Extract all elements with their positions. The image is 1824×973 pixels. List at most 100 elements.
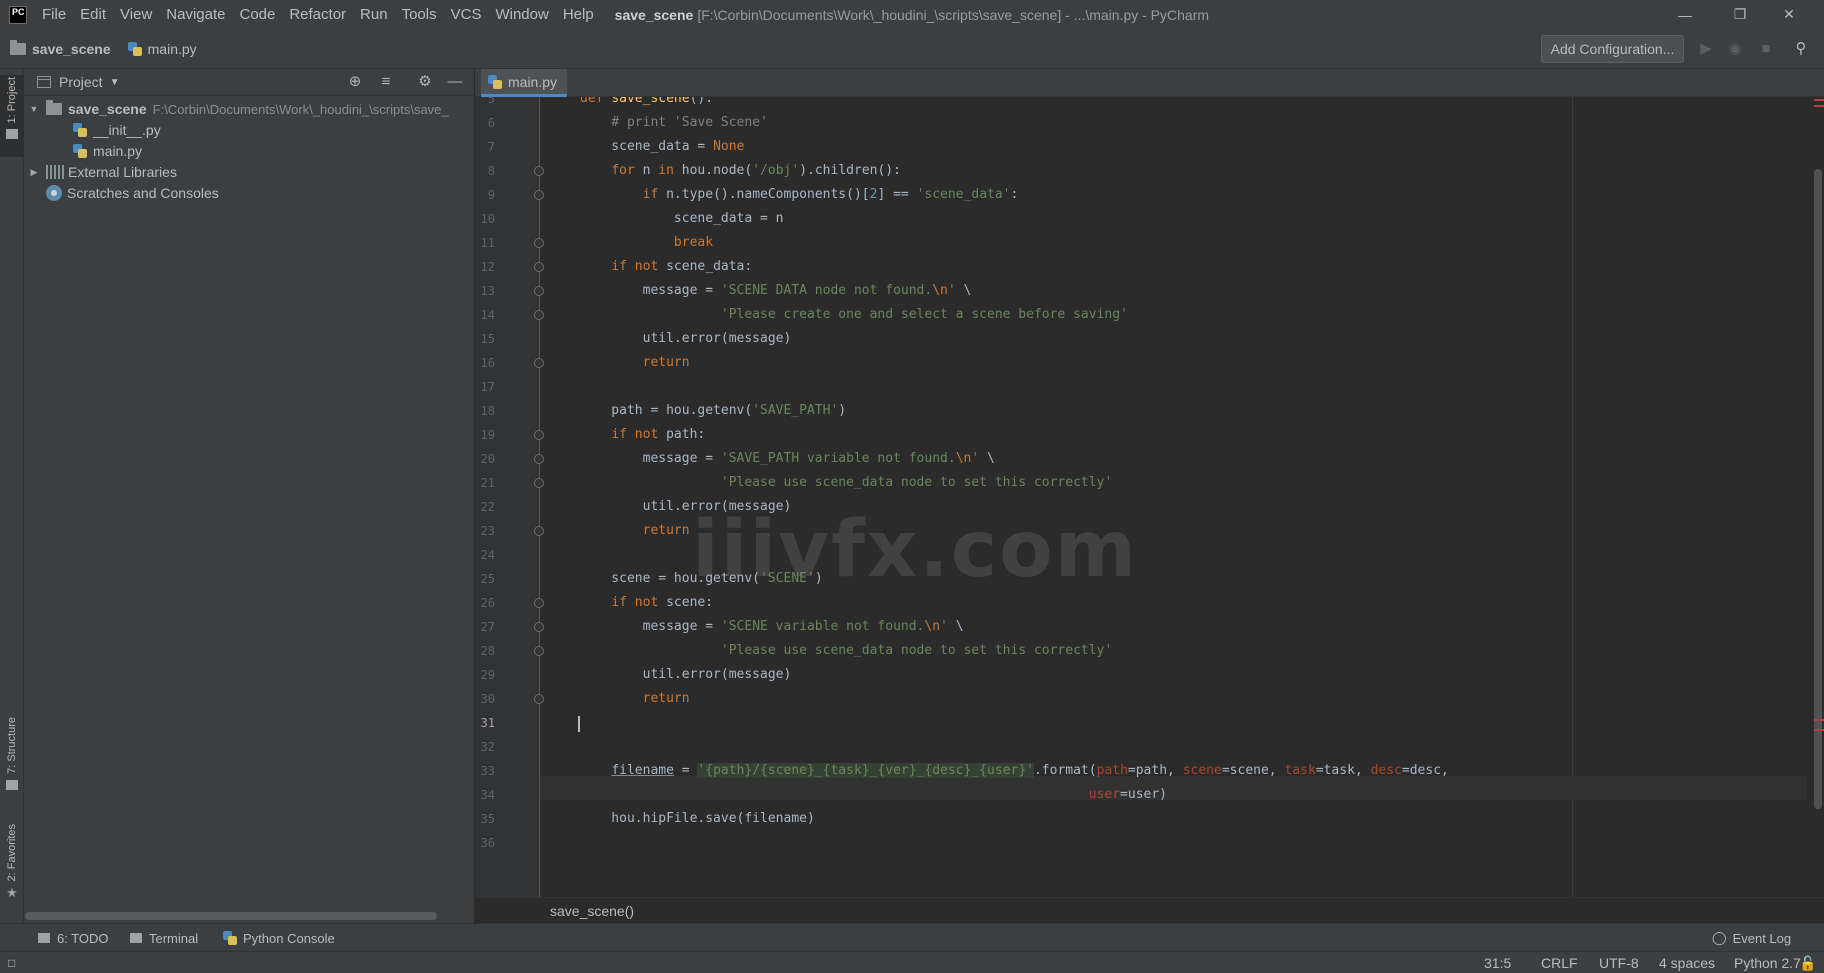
tool-window-project-tab[interactable]: 1: Project <box>0 75 24 157</box>
code-line[interactable]: 15 util.error(message) <box>475 327 1805 351</box>
nav-crumb-file[interactable]: main.py <box>127 41 197 57</box>
code-line[interactable]: 7 scene_data = None <box>475 135 1805 159</box>
menu-navigate[interactable]: Navigate <box>159 0 232 29</box>
code-line[interactable]: 20 message = 'SAVE_PATH variable not fou… <box>475 447 1805 471</box>
menu-refactor[interactable]: Refactor <box>282 0 353 29</box>
code-area[interactable]: 5 def save_scene(): 6 # print 'Save Scene… <box>475 97 1824 897</box>
code-line[interactable]: 9 if n.type().nameComponents()[2] == 'sc… <box>475 183 1805 207</box>
menu-window[interactable]: Window <box>488 0 555 29</box>
code-line[interactable]: 29 util.error(message) <box>475 663 1805 687</box>
error-stripe-marker[interactable] <box>1814 105 1824 107</box>
line-separator[interactable]: CRLF <box>1541 952 1578 973</box>
code-line[interactable]: 17 <box>475 375 1805 399</box>
menu-view[interactable]: View <box>113 0 159 29</box>
caret-position[interactable]: 31:5 <box>1484 952 1511 973</box>
debug-icon[interactable]: ◉ <box>1726 40 1744 58</box>
tab-main-py[interactable]: main.py <box>481 69 568 97</box>
code-line[interactable]: 23 return <box>475 519 1805 543</box>
fold-marker-icon[interactable] <box>534 694 544 704</box>
vertical-scrollbar[interactable] <box>1814 169 1822 809</box>
code-line[interactable]: 6 # print 'Save Scene' <box>475 111 1805 135</box>
gear-icon[interactable]: ⚙ <box>416 73 434 91</box>
tree-item-init-py[interactable]: __init__.py <box>72 119 161 141</box>
error-stripe-marker[interactable] <box>1814 719 1824 721</box>
code-line[interactable]: 14 'Please create one and select a scene… <box>475 303 1805 327</box>
code-line[interactable]: 8 for n in hou.node('/obj').children(): <box>475 159 1805 183</box>
python-interpreter[interactable]: Python 2.7 <box>1734 952 1801 973</box>
code-line[interactable]: 32 <box>475 735 1805 759</box>
lock-icon[interactable]: 🔓 <box>1799 952 1816 973</box>
nav-crumb-project[interactable]: save_scene <box>10 39 111 57</box>
terminal-tool-button[interactable]: Terminal <box>130 924 198 952</box>
menu-edit[interactable]: Edit <box>73 0 113 29</box>
close-button[interactable]: ✕ <box>1766 0 1812 29</box>
fold-marker-icon[interactable] <box>534 478 544 488</box>
run-icon[interactable]: ▶ <box>1697 40 1715 58</box>
locate-file-icon[interactable]: ⊕ <box>346 73 364 91</box>
code-line[interactable]: 22 util.error(message) <box>475 495 1805 519</box>
fold-marker-icon[interactable] <box>534 358 544 368</box>
menu-help[interactable]: Help <box>556 0 601 29</box>
code-line[interactable]: 36 <box>475 831 1805 855</box>
code-line[interactable]: 25 scene = hou.getenv('SCENE') <box>475 567 1805 591</box>
collapse-all-icon[interactable]: ≡ <box>377 73 395 91</box>
expanded-arrow-icon[interactable]: ▼ <box>28 104 40 114</box>
fold-marker-icon[interactable] <box>534 262 544 272</box>
code-line[interactable]: 26 if not scene: <box>475 591 1805 615</box>
error-stripe-marker[interactable] <box>1814 99 1824 101</box>
horizontal-scrollbar[interactable] <box>25 912 437 920</box>
menu-run[interactable]: Run <box>353 0 395 29</box>
code-line[interactable]: 18 path = hou.getenv('SAVE_PATH') <box>475 399 1805 423</box>
chevron-down-icon[interactable]: ▼ <box>110 77 120 88</box>
fold-marker-icon[interactable] <box>534 238 544 248</box>
code-line[interactable]: 28 'Please use scene_data node to set th… <box>475 639 1805 663</box>
error-stripe-marker[interactable] <box>1814 729 1824 731</box>
code-line[interactable]: 19 if not path: <box>475 423 1805 447</box>
todo-tool-button[interactable]: 6: TODO <box>38 924 109 952</box>
code-line[interactable]: 10 scene_data = n <box>475 207 1805 231</box>
tree-item-scratches[interactable]: Scratches and Consoles <box>46 182 219 204</box>
event-log-tool-button[interactable]: ◯ Event Log <box>1712 924 1791 952</box>
fold-marker-icon[interactable] <box>534 646 544 656</box>
fold-marker-icon[interactable] <box>534 310 544 320</box>
python-console-tool-button[interactable]: Python Console <box>222 924 335 952</box>
code-line[interactable]: 30 return <box>475 687 1805 711</box>
pycharm-logo-icon[interactable]: PC <box>9 5 27 24</box>
tool-windows-toggle-icon[interactable]: □ <box>8 952 15 973</box>
code-line-current[interactable]: 31 <box>475 711 1805 735</box>
menu-vcs[interactable]: VCS <box>444 0 489 29</box>
indentation[interactable]: 4 spaces <box>1659 952 1715 973</box>
fold-marker-icon[interactable] <box>534 430 544 440</box>
code-line[interactable]: 24 <box>475 543 1805 567</box>
code-line[interactable]: 13 message = 'SCENE DATA node not found.… <box>475 279 1805 303</box>
code-line[interactable]: 12 if not scene_data: <box>475 255 1805 279</box>
breadcrumb-function[interactable]: save_scene() <box>550 903 634 919</box>
fold-marker-icon[interactable] <box>534 286 544 296</box>
fold-marker-icon[interactable] <box>534 622 544 632</box>
fold-marker-icon[interactable] <box>534 598 544 608</box>
menu-file[interactable]: File <box>35 0 73 29</box>
menu-tools[interactable]: Tools <box>395 0 444 29</box>
tree-item-root[interactable]: ▼ save_scene F:\Corbin\Documents\Work\_h… <box>28 98 449 120</box>
menu-code[interactable]: Code <box>232 0 282 29</box>
project-panel-title[interactable]: Project <box>59 74 103 90</box>
code-line[interactable]: 33 filename = '{path}/{scene}_{task}_{ve… <box>475 759 1805 783</box>
fold-marker-icon[interactable] <box>534 190 544 200</box>
collapsed-arrow-icon[interactable]: ▶ <box>28 167 40 178</box>
tool-window-favorites-tab[interactable]: 2: Favorites ★ <box>0 824 24 914</box>
code-line[interactable]: 35 hou.hipFile.save(filename) <box>475 807 1805 831</box>
tree-item-main-py[interactable]: main.py <box>72 140 142 162</box>
minimize-button[interactable]: — <box>1662 0 1708 29</box>
fold-marker-icon[interactable] <box>534 526 544 536</box>
code-line[interactable]: 21 'Please use scene_data node to set th… <box>475 471 1805 495</box>
add-configuration-button[interactable]: Add Configuration... <box>1541 35 1684 63</box>
search-icon[interactable]: ⚲ <box>1792 40 1810 58</box>
restore-button[interactable]: ❐ <box>1717 0 1763 29</box>
code-line[interactable]: 16 return <box>475 351 1805 375</box>
hide-panel-icon[interactable]: — <box>446 73 464 91</box>
fold-marker-icon[interactable] <box>534 166 544 176</box>
code-line[interactable]: 34 user=user) <box>475 783 1805 807</box>
code-line[interactable]: 5 def save_scene(): <box>475 97 1805 111</box>
tool-window-structure-tab[interactable]: 7: Structure <box>0 717 24 801</box>
stop-icon[interactable]: ■ <box>1757 40 1775 58</box>
